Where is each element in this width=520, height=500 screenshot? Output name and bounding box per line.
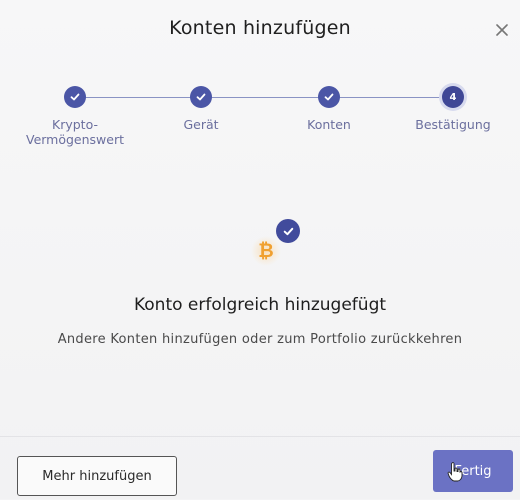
- step-number: 4: [449, 91, 457, 103]
- stepper: 4 Krypto- Vermögenswert Gerät Konten Bes…: [0, 86, 520, 156]
- success-illustration: ₿: [226, 218, 306, 288]
- stepper-track: [75, 97, 453, 98]
- hand-cursor-icon: [447, 462, 463, 482]
- dialog-title: Konten hinzufügen: [169, 17, 351, 39]
- check-icon: [283, 227, 293, 235]
- step-label-crypto-asset: Krypto- Vermögenswert: [25, 117, 125, 147]
- success-badge: [276, 219, 300, 243]
- check-icon: [196, 93, 206, 101]
- step-label-confirmation: Bestätigung: [415, 117, 491, 132]
- check-icon: [324, 93, 334, 101]
- close-icon: [496, 24, 508, 36]
- add-more-button[interactable]: Mehr hinzufügen: [17, 456, 177, 496]
- step-2-done: [190, 86, 212, 108]
- step-label-accounts: Konten: [307, 117, 351, 132]
- step-4-current: 4: [442, 86, 464, 108]
- dialog-footer: Mehr hinzufügen Fertig: [0, 436, 520, 500]
- close-button[interactable]: [494, 22, 510, 38]
- bitcoin-icon: ₿: [251, 236, 281, 266]
- step-1-done: [64, 86, 86, 108]
- check-icon: [70, 93, 80, 101]
- success-subline: Andere Konten hinzufügen oder zum Portfo…: [57, 332, 463, 347]
- add-accounts-dialog: Konten hinzufügen 4 Krypto- Vermögenswer…: [0, 0, 520, 499]
- step-3-done: [318, 86, 340, 108]
- done-button[interactable]: Fertig: [433, 450, 513, 492]
- step-label-device: Gerät: [183, 117, 219, 132]
- success-headline: Konto erfolgreich hinzugefügt: [133, 295, 387, 315]
